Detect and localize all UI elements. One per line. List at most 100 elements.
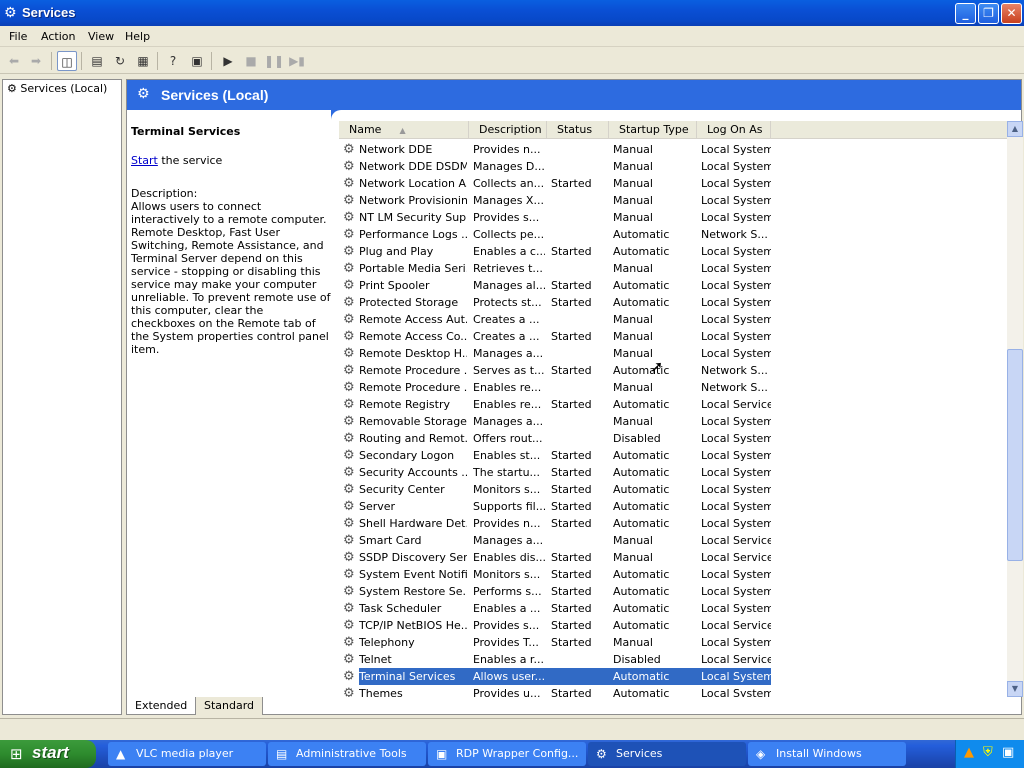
taskbar-item-administrative-tools[interactable]: ▤ Administrative Tools — [268, 742, 426, 766]
table-row[interactable]: ⚙ Network DDE DSDM Manages D... Manual Local… — [339, 158, 1007, 175]
table-row[interactable]: ⚙ SSDP Discovery Ser... Enables dis... Star… — [339, 549, 1007, 566]
table-row[interactable]: ⚙ Secondary Logon Enables st... Started Auto… — [339, 447, 1007, 464]
cell-description: Serves as t... — [473, 364, 545, 377]
table-row[interactable]: ⚙ System Restore Se... Performs s... Starte… — [339, 583, 1007, 600]
pause-icon[interactable]: ❚❚ — [264, 51, 284, 71]
table-row[interactable]: ⚙ Remote Procedure ... Enables re... Manual… — [339, 379, 1007, 396]
cell-description: Manages a... — [473, 534, 544, 547]
table-row[interactable]: ⚙ Protected Storage Protects st... Started A… — [339, 294, 1007, 311]
table-row[interactable]: ⚙ TCP/IP NetBIOS He... Provides s... Starte… — [339, 617, 1007, 634]
table-row[interactable]: ⚙ Shell Hardware Det... Provides n... Start… — [339, 515, 1007, 532]
gear-icon: ⚙ — [343, 533, 355, 548]
start-service-text: the service — [157, 154, 223, 167]
table-row[interactable]: ⚙ Portable Media Seri... Retrieves t... Man… — [339, 260, 1007, 277]
table-row[interactable]: ⚙ Remote Procedure ... Serves as t... Start… — [339, 362, 1007, 379]
vlc-tray-icon[interactable]: ▲ — [964, 745, 974, 760]
stop-icon[interactable]: ■ — [241, 51, 261, 71]
table-row[interactable]: ⚙ Telephony Provides T... Started Manual Loca… — [339, 634, 1007, 651]
cell-log-on-as: Local System — [701, 602, 771, 615]
view-tabs: Extended Standard — [126, 697, 1022, 715]
gear-icon: ⚙ — [343, 312, 355, 327]
table-row[interactable]: ⚙ Task Scheduler Enables a ... Started Autom… — [339, 600, 1007, 617]
table-row[interactable]: ⚙ Smart Card Manages a... Manual Local Servi… — [339, 532, 1007, 549]
banner-title: Services (Local) — [161, 87, 269, 103]
properties-icon[interactable]: ▤ — [87, 51, 107, 71]
start-button[interactable]: ⊞ start — [0, 740, 96, 768]
cell-name: Telephony — [359, 636, 415, 649]
column-header-description[interactable]: Description — [469, 121, 547, 139]
gear-icon: ⚙ — [343, 465, 355, 480]
title-bar[interactable]: ⚙ Services _ ❐ ✕ — [0, 0, 1024, 26]
column-header-name[interactable]: Name ▲ — [339, 121, 469, 139]
scroll-down-icon[interactable]: ▼ — [1007, 681, 1023, 697]
table-row[interactable]: ⚙ Network Location A... Collects an... Star… — [339, 175, 1007, 192]
taskbar-item-rdp-wrapper[interactable]: ▣ RDP Wrapper Config... — [428, 742, 586, 766]
table-row[interactable]: ⚙ Routing and Remot... Offers rout... Disab… — [339, 430, 1007, 447]
shield-icon[interactable]: ⛨ — [983, 745, 993, 760]
menu-file[interactable]: File — [9, 30, 27, 43]
restart-icon[interactable]: ▶▮ — [287, 51, 307, 71]
network-icon[interactable]: ▣ — [1002, 745, 1014, 760]
help-icon[interactable]: ? — [163, 51, 183, 71]
table-row[interactable]: ⚙ Security Center Monitors s... Started Auto… — [339, 481, 1007, 498]
back-arrow-icon[interactable]: ⬅ — [4, 51, 24, 71]
cell-startup-type: Manual — [613, 313, 653, 326]
show-hide-tree-icon[interactable]: ◫ — [57, 51, 77, 71]
scroll-thumb[interactable] — [1007, 349, 1023, 561]
gear-icon: ⚙ — [343, 193, 355, 208]
table-row[interactable]: ⚙ Remote Access Co... Creates a ... Started… — [339, 328, 1007, 345]
table-row[interactable]: ⚙ Performance Logs ... Collects pe... Autom… — [339, 226, 1007, 243]
table-row[interactable]: ⚙ Print Spooler Manages al... Started Automa… — [339, 277, 1007, 294]
table-row[interactable]: ⚙ System Event Notifi... Monitors s... Star… — [339, 566, 1007, 583]
cell-status: Started — [551, 483, 592, 496]
scroll-up-icon[interactable]: ▲ — [1007, 121, 1023, 137]
taskbar-item-install-windows[interactable]: ◈ Install Windows — [748, 742, 906, 766]
table-row[interactable]: ⚙ Plug and Play Enables a c... Started Autom… — [339, 243, 1007, 260]
column-header-status[interactable]: Status — [547, 121, 609, 139]
minimize-button[interactable]: _ — [955, 3, 976, 24]
cell-log-on-as: Local System — [701, 585, 771, 598]
toolbar-divider — [211, 52, 212, 70]
column-header-startup-type[interactable]: Startup Type — [609, 121, 697, 139]
tab-standard[interactable]: Standard — [196, 697, 264, 715]
forward-arrow-icon[interactable]: ➡ — [26, 51, 46, 71]
table-row[interactable]: ⚙ NT LM Security Sup... Provides s... Manua… — [339, 209, 1007, 226]
start-service-link[interactable]: Start — [131, 154, 158, 167]
cell-description: Provides s... — [473, 211, 540, 224]
restore-button[interactable]: ❐ — [978, 3, 999, 24]
menu-view[interactable]: View — [88, 30, 114, 43]
console-icon[interactable]: ▣ — [187, 51, 207, 71]
cell-description: Enables re... — [473, 398, 542, 411]
cell-name: Removable Storage — [359, 415, 467, 428]
table-row[interactable]: ⚙ Server Supports fil... Started Automatic Lo… — [339, 498, 1007, 515]
table-row[interactable]: ⚙ Network Provisionin... Manages X... Manua… — [339, 192, 1007, 209]
table-row[interactable]: ⚙ Remote Desktop H... Manages a... Manual Lo… — [339, 345, 1007, 362]
column-header-log-on-as[interactable]: Log On As — [697, 121, 771, 139]
cell-log-on-as: Local System — [701, 245, 771, 258]
refresh-icon[interactable]: ↻ — [110, 51, 130, 71]
gear-icon: ⚙ — [343, 669, 355, 684]
table-row[interactable]: ⚙ Security Accounts ... The startu... Start… — [339, 464, 1007, 481]
table-row[interactable]: ⚙ Remote Registry Enables re... Started Auto… — [339, 396, 1007, 413]
tab-extended[interactable]: Extended — [126, 697, 197, 715]
status-bar — [0, 718, 1024, 738]
play-icon[interactable]: ▶ — [218, 51, 238, 71]
table-row[interactable]: ⚙ Telnet Enables a r... Disabled Local Servi… — [339, 651, 1007, 668]
export-list-icon[interactable]: ▦ — [133, 51, 153, 71]
table-row[interactable]: ⚙ Remote Access Aut... Creates a ... Manual… — [339, 311, 1007, 328]
table-row[interactable]: ⚙ Removable Storage Manages a... Manual Loca… — [339, 413, 1007, 430]
cell-log-on-as: Local Service — [701, 534, 771, 547]
menu-action[interactable]: Action — [41, 30, 75, 43]
table-row[interactable]: ⚙ Network DDE Provides n... Manual Local Sys… — [339, 141, 1007, 158]
taskbar-item-vlc[interactable]: ▲ VLC media player — [108, 742, 266, 766]
windows-flag-icon: ⊞ — [10, 745, 23, 763]
taskbar-item-services[interactable]: ⚙ Services — [588, 742, 746, 766]
tree-node-services-local[interactable]: ⚙ Services (Local) — [7, 82, 107, 95]
menu-help[interactable]: Help — [125, 30, 150, 43]
table-row[interactable]: ⚙ Themes Provides u... Started Automatic Loca… — [339, 685, 1007, 697]
cell-status: Started — [551, 585, 592, 598]
column-label: Name — [349, 123, 382, 136]
vertical-scrollbar[interactable]: ▲ ▼ — [1007, 121, 1023, 697]
table-row-selected[interactable]: ⚙ Terminal Services Allows user... Automati… — [339, 668, 1007, 685]
close-button[interactable]: ✕ — [1001, 3, 1022, 24]
